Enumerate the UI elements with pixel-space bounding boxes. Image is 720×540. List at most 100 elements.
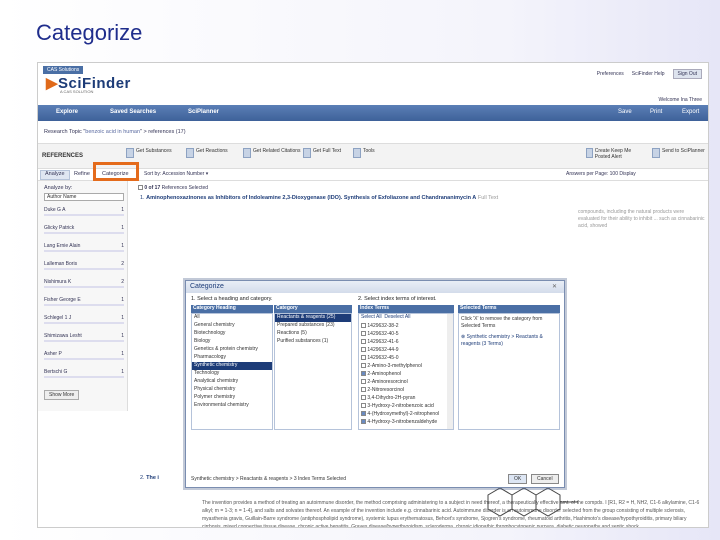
sort-control[interactable]: Sort by: Accession Number ▾ xyxy=(144,171,208,177)
author-facet-item[interactable]: Bertschi G 1 xyxy=(44,369,124,378)
index-term-item[interactable]: 1429632-38-21 xyxy=(359,322,453,330)
term-checkbox[interactable] xyxy=(361,395,366,401)
author-facet-item[interactable]: Shimizawa Lesht 1 xyxy=(44,333,124,342)
create-alert-button[interactable]: Create Keep Me Posted Alert xyxy=(586,148,646,160)
category-item[interactable]: Reactants & reagents (25) xyxy=(275,314,351,322)
author-count: 2 xyxy=(121,261,124,267)
index-term-item[interactable]: 2-Amino-3-methylphenol1 xyxy=(359,362,453,370)
category-heading-item[interactable]: All xyxy=(192,314,272,322)
term-checkbox[interactable] xyxy=(361,339,366,345)
term-checkbox[interactable] xyxy=(361,363,366,369)
show-more-button[interactable]: Show More xyxy=(44,390,80,400)
category-heading-item[interactable]: Environmental chemistry xyxy=(192,402,272,410)
category-heading-item[interactable]: General chemistry xyxy=(192,322,272,330)
category-heading-item[interactable]: Technology xyxy=(192,370,272,378)
term-checkbox[interactable] xyxy=(361,331,366,337)
tab-analyze[interactable]: Analyze xyxy=(40,170,70,180)
result-title-2[interactable]: 2. The i xyxy=(140,475,159,481)
cancel-button[interactable]: Cancel xyxy=(531,474,559,484)
sign-out-button[interactable]: Sign Out xyxy=(672,69,702,79)
term-label: 2-Aminoresorcinol xyxy=(367,379,408,385)
term-checkbox[interactable] xyxy=(361,387,366,393)
category-item[interactable]: Purified substances (1) xyxy=(275,338,351,346)
category-heading-item[interactable]: Synthetic chemistry xyxy=(192,362,272,370)
nav-saved-searches[interactable]: Saved Searches xyxy=(110,109,156,115)
term-label: 3-Hydroxy-2-nitrobenzoic acid xyxy=(367,403,434,409)
category-heading-item[interactable]: Physical chemistry xyxy=(192,386,272,394)
index-term-item[interactable]: 1429632-40-51 xyxy=(359,330,453,338)
get-reactions-button[interactable]: Get Reactions xyxy=(186,148,228,158)
breadcrumb-topic-link[interactable]: benzoic acid in human xyxy=(85,129,140,135)
full-text-link-1[interactable]: Full Text xyxy=(478,195,498,201)
author-facet-item[interactable]: Nishimura K 2 xyxy=(44,279,124,288)
term-checkbox[interactable] xyxy=(361,411,366,417)
author-name: Fisher George E xyxy=(44,297,81,303)
term-checkbox[interactable] xyxy=(361,419,366,425)
category-heading-item[interactable]: Biology xyxy=(192,338,272,346)
index-term-item[interactable]: 4-(Hydroxymethyl)-2-nitrophenol1 xyxy=(359,410,453,418)
get-full-text-button[interactable]: Get Full Text xyxy=(303,148,341,158)
author-name: Bertschi G xyxy=(44,369,68,375)
preferences-link[interactable]: Preferences xyxy=(597,71,624,77)
help-link[interactable]: SciFinder Help xyxy=(632,71,665,77)
analyze-panel: Analyze by: Author Name Duke G A 1 Glicky … xyxy=(38,181,128,411)
selected-term-item[interactable]: ⊗ Synthetic chemistry > Reactants & reag… xyxy=(459,332,559,350)
terms-scrollbar[interactable] xyxy=(447,314,453,429)
term-checkbox[interactable] xyxy=(361,347,366,353)
ok-button[interactable]: OK xyxy=(508,474,528,484)
author-facet-item[interactable]: Lalleman Boris 2 xyxy=(44,261,124,270)
category-heading-item[interactable]: Genetics & protein chemistry xyxy=(192,346,272,354)
category-heading-item[interactable]: Biotechnology xyxy=(192,330,272,338)
nav-sciplanner[interactable]: SciPlanner xyxy=(188,109,219,115)
result-title-1[interactable]: 1. Aminophenoxazinones as Inhibitors of … xyxy=(140,195,498,201)
term-label: 1429632-41-6 xyxy=(367,339,399,345)
analyze-by-select[interactable]: Author Name xyxy=(44,193,124,201)
get-substances-button[interactable]: Get Substances xyxy=(126,148,172,158)
get-related-citations-button[interactable]: Get Related Citations xyxy=(243,148,301,158)
category-heading-item[interactable]: Analytical chemistry xyxy=(192,378,272,386)
category-item[interactable]: Prepared substances (23) xyxy=(275,322,351,330)
index-term-item[interactable]: 2-Nitroresorcinol1 xyxy=(359,386,453,394)
select-all-checkbox[interactable] xyxy=(138,185,143,191)
remove-term-icon[interactable]: ⊗ xyxy=(461,334,465,340)
index-term-item[interactable]: 3,4-Dihydro-2H-pyran1 xyxy=(359,394,453,402)
index-term-item[interactable]: 4-Hydroxy-3-nitrobenzaldehyde1 xyxy=(359,418,453,426)
tools-menu[interactable]: Tools xyxy=(353,148,375,158)
tab-refine[interactable]: Refine xyxy=(70,171,94,177)
index-term-item[interactable]: 2-Aminoresorcinol1 xyxy=(359,378,453,386)
close-icon[interactable]: ✕ xyxy=(552,283,560,291)
send-to-sciplanner-button[interactable]: Send to SciPlanner xyxy=(652,148,708,158)
print-button[interactable]: Print xyxy=(650,109,662,115)
deselect-all-link[interactable]: Deselect All xyxy=(384,314,410,320)
author-facet-item[interactable]: Lang Ernie Alain 1 xyxy=(44,243,124,252)
index-term-item[interactable]: 2-Aminophenol1 xyxy=(359,370,453,378)
author-facet-item[interactable]: Fisher George E 1 xyxy=(44,297,124,306)
category-item[interactable]: Reactions (5) xyxy=(275,330,351,338)
term-checkbox[interactable] xyxy=(361,403,366,409)
answers-per-page[interactable]: Answers per Page: 100 Display xyxy=(566,171,636,177)
category-heading-item[interactable]: Polymer chemistry xyxy=(192,394,272,402)
category-heading-item[interactable]: Pharmacology xyxy=(192,354,272,362)
author-facet-item[interactable]: Duke G A 1 xyxy=(44,207,124,216)
term-checkbox[interactable] xyxy=(361,323,366,329)
cas-solutions-tag[interactable]: CAS Solutions xyxy=(43,66,84,74)
nav-explore[interactable]: Explore xyxy=(56,109,78,115)
export-button[interactable]: Export xyxy=(682,109,699,115)
term-label: 4-Hydroxy-3-nitrobenzaldehyde xyxy=(367,419,438,425)
facet-bar xyxy=(44,286,124,288)
term-checkbox[interactable] xyxy=(361,371,366,377)
index-term-item[interactable]: 1429632-45-01 xyxy=(359,354,453,362)
author-facet-item[interactable]: Glicky Patrick 1 xyxy=(44,225,124,234)
index-term-item[interactable]: 1429632-41-61 xyxy=(359,338,453,346)
author-name: Duke G A xyxy=(44,207,66,213)
save-button[interactable]: Save xyxy=(618,109,632,115)
author-facet-item[interactable]: Schlegel 1 J 1 xyxy=(44,315,124,324)
term-checkbox[interactable] xyxy=(361,379,366,385)
index-term-item[interactable]: 3-Hydroxy-2-nitrobenzoic acid1 xyxy=(359,402,453,410)
index-term-item[interactable]: 1429632-44-91 xyxy=(359,346,453,354)
author-facet-item[interactable]: Asher P 1 xyxy=(44,351,124,360)
header-category: Category xyxy=(274,305,352,313)
author-count: 1 xyxy=(121,243,124,249)
term-checkbox[interactable] xyxy=(361,355,366,361)
select-all-link[interactable]: Select All xyxy=(361,314,382,320)
